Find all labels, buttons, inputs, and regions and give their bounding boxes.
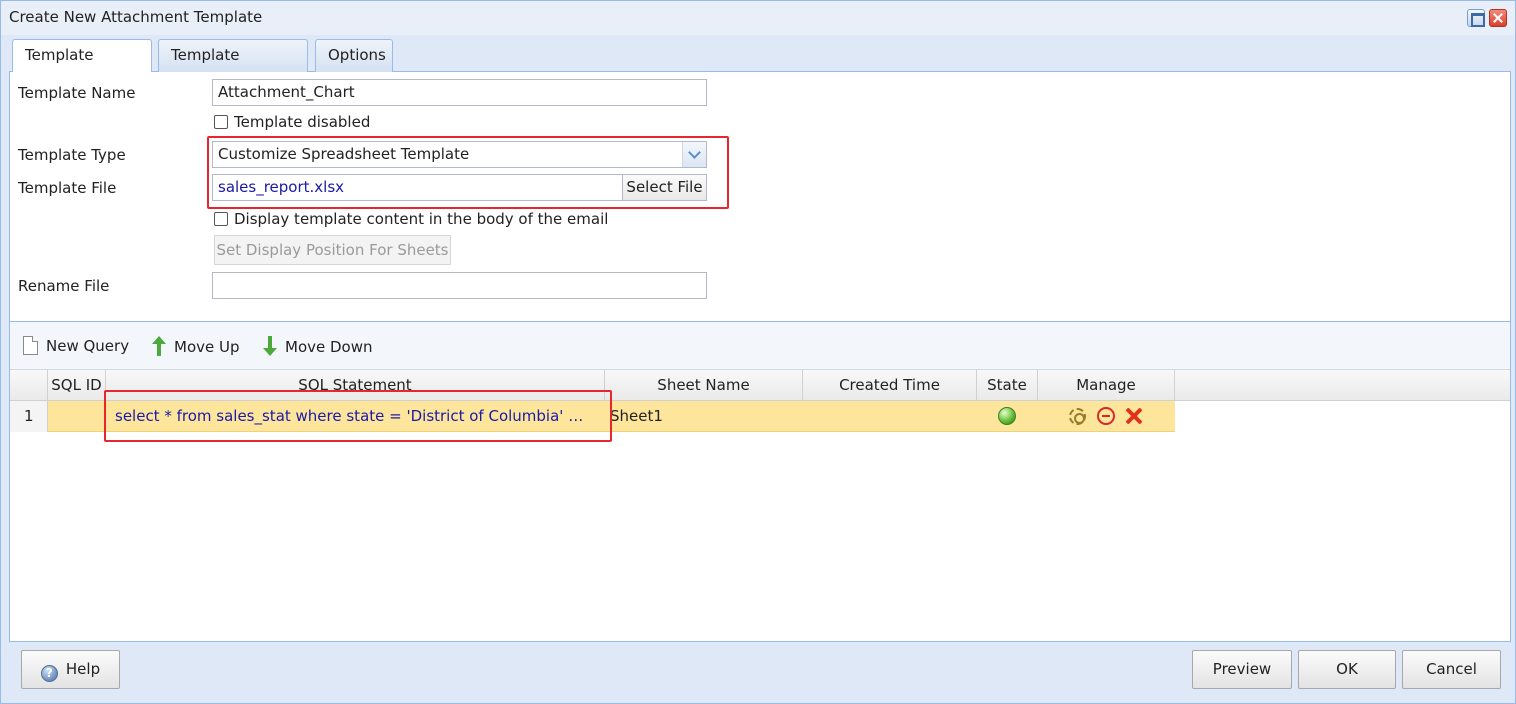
- row-number-header: [10, 370, 48, 401]
- help-label: Help: [65, 660, 101, 678]
- template-name-input[interactable]: Attachment_Chart: [212, 79, 707, 106]
- sheet-name-cell: Sheet1: [610, 407, 663, 425]
- arrow-down-icon: [263, 336, 277, 356]
- template-file-label: Template File: [18, 179, 117, 197]
- column-header-manage[interactable]: Manage: [1038, 370, 1175, 401]
- query-grid-panel: New Query Move Up Move Down SQL ID SQL S…: [9, 321, 1511, 642]
- display-in-body-row[interactable]: Display template content in the body of …: [214, 210, 608, 228]
- display-in-body-label: Display template content in the body of …: [234, 210, 609, 228]
- help-button[interactable]: ? Help: [21, 650, 120, 689]
- template-name-label: Template Name: [18, 84, 136, 102]
- highlight-box-sql: [104, 390, 612, 442]
- maximize-icon[interactable]: [1467, 9, 1485, 27]
- tab-template-config[interactable]: Template Config: [12, 39, 152, 95]
- cancel-button[interactable]: Cancel: [1402, 650, 1501, 689]
- column-header-sheet-name[interactable]: Sheet Name: [605, 370, 803, 401]
- new-query-button[interactable]: New Query: [23, 336, 129, 355]
- highlight-box-template: [207, 136, 729, 209]
- rename-file-input[interactable]: [212, 272, 707, 299]
- delete-icon[interactable]: [1124, 406, 1144, 426]
- new-query-label: New Query: [46, 337, 130, 355]
- arrow-up-icon: [152, 336, 166, 356]
- tab-bar: Template Config Template Variables Optio…: [9, 35, 1511, 95]
- column-header-state[interactable]: State: [977, 370, 1038, 401]
- dialog-footer: ? Help Preview OK Cancel: [1, 642, 1515, 703]
- column-header-sql-id[interactable]: SQL ID: [48, 370, 106, 401]
- ok-button[interactable]: OK: [1298, 650, 1396, 689]
- tab-options[interactable]: Options: [315, 39, 393, 72]
- grid-toolbar: New Query Move Up Move Down: [10, 322, 1510, 370]
- template-type-label: Template Type: [18, 146, 126, 164]
- display-in-body-checkbox[interactable]: [214, 212, 228, 226]
- preview-button[interactable]: Preview: [1192, 650, 1292, 689]
- state-green-icon: [998, 407, 1016, 425]
- created-time-cell: [804, 401, 978, 432]
- move-up-label: Move Up: [174, 338, 240, 356]
- row-number: 1: [10, 401, 48, 432]
- set-display-position-button: Set Display Position For Sheets: [214, 235, 451, 265]
- sql-id-cell: [48, 401, 106, 432]
- template-config-form: Template Name Attachment_Chart Template …: [9, 72, 1511, 321]
- help-icon: ?: [40, 665, 58, 682]
- dialog-window: Create New Attachment Template Template …: [0, 0, 1516, 704]
- move-down-button[interactable]: Move Down: [263, 336, 373, 356]
- column-header-created-time[interactable]: Created Time: [803, 370, 977, 401]
- dialog-title: Create New Attachment Template: [9, 8, 263, 26]
- template-disabled-row[interactable]: Template disabled: [214, 113, 370, 131]
- remove-icon[interactable]: [1097, 407, 1115, 425]
- rename-file-label: Rename File: [18, 277, 110, 295]
- move-up-button[interactable]: Move Up: [152, 336, 240, 356]
- close-icon[interactable]: [1489, 9, 1507, 27]
- template-name-value: Attachment_Chart: [218, 83, 355, 101]
- tab-template-variables[interactable]: Template Variables: [158, 39, 308, 95]
- new-document-icon: [23, 336, 38, 355]
- title-bar[interactable]: Create New Attachment Template: [1, 1, 1515, 35]
- move-down-label: Move Down: [285, 338, 373, 356]
- template-disabled-checkbox[interactable]: [214, 115, 228, 129]
- template-disabled-label: Template disabled: [234, 113, 371, 131]
- gear-icon[interactable]: [1069, 408, 1086, 425]
